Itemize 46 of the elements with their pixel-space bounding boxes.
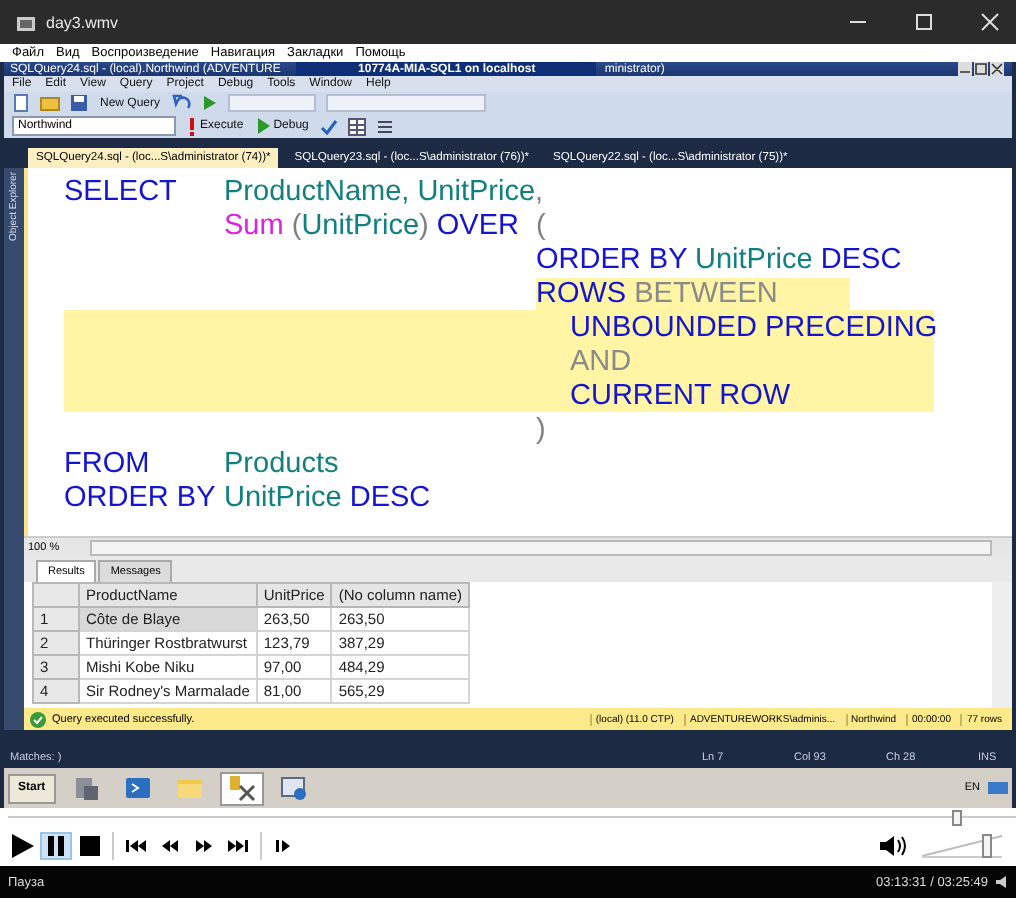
terminal-icon [123, 774, 152, 802]
stop-icon [76, 834, 104, 858]
exclamation-icon [188, 117, 196, 135]
stop-button[interactable] [74, 832, 106, 860]
tray-icon[interactable] [988, 780, 1008, 796]
code-text: ORDER BY [64, 481, 216, 513]
previous-icon [122, 834, 150, 858]
play-icon[interactable] [202, 94, 219, 112]
next-icon [224, 834, 252, 858]
code-text: FROM [64, 447, 150, 479]
seek-thumb[interactable] [951, 810, 962, 826]
code-text: ORDER BY UnitPrice DESC [536, 243, 902, 275]
film-icon [16, 13, 36, 31]
play-icon [8, 834, 36, 858]
folder-icon [175, 774, 204, 802]
code-text: ROWS BETWEEN [536, 277, 850, 309]
text-lines-icon[interactable] [376, 117, 395, 135]
code-text: SELECT [64, 175, 177, 207]
success-check-icon [30, 711, 46, 727]
play-icon [257, 118, 270, 134]
speaker-icon[interactable] [996, 876, 1008, 888]
code-text: UnitPrice DESC [224, 481, 431, 513]
volume-thumb[interactable] [982, 834, 992, 858]
tools-icon [227, 774, 256, 802]
maximize-icon[interactable] [914, 12, 934, 32]
code-text: ) [536, 413, 546, 445]
code-text: Products [224, 447, 339, 479]
pause-icon [42, 834, 70, 858]
taskbar-app[interactable] [219, 771, 264, 805]
play-button[interactable] [6, 832, 38, 860]
window-controls-icon[interactable] [958, 62, 1006, 76]
code-text: ProductName, UnitPrice, [224, 175, 544, 207]
volume-slider[interactable] [922, 834, 1002, 858]
code-text: Sum (UnitPrice) OVER [224, 209, 519, 241]
code-text: UNBOUNDED PRECEDING [570, 311, 938, 343]
code-text: AND [570, 345, 632, 377]
code-text: ( [536, 209, 546, 241]
grid-icon[interactable] [348, 117, 367, 135]
code-text: CURRENT ROW [570, 379, 791, 411]
window-title: day3.wmv [46, 13, 119, 31]
pause-button[interactable] [40, 832, 72, 860]
close-icon[interactable] [980, 12, 1000, 32]
document-icon[interactable] [12, 94, 30, 112]
horizontal-scrollbar[interactable] [90, 539, 992, 555]
checkmark-icon[interactable] [320, 117, 339, 135]
speaker-icon[interactable] [880, 834, 908, 858]
